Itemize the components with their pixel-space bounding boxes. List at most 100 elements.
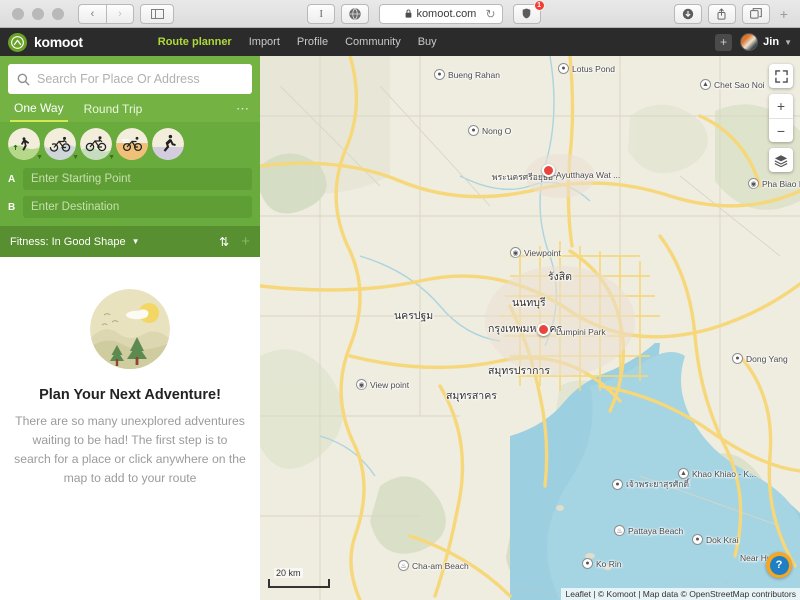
minimize-window-button[interactable] [32, 7, 44, 20]
map-label: ● Nong O [468, 125, 511, 136]
sidebar-icon [150, 8, 164, 19]
map-canvas[interactable]: ● Bueng Rahan ● Lotus Pond ▲ Chet Sao No… [260, 56, 800, 600]
content-blocker-button[interactable]: 1 [512, 0, 545, 24]
nav-route-planner[interactable]: Route planner [158, 36, 232, 48]
swap-vertical-icon[interactable]: ⇅ [219, 235, 229, 249]
zoom-in-button[interactable]: + [769, 94, 793, 118]
map-label: สมุทรปราการ [488, 362, 550, 379]
chevron-down-icon[interactable]: ▼ [132, 237, 140, 246]
sport-road-cycling[interactable]: ▼ [80, 128, 115, 161]
avatar [740, 33, 759, 51]
sport-selector: ▼ ▼ ▼ [0, 122, 260, 168]
map-label-text: Pattaya Beach [628, 525, 684, 536]
nav-buy[interactable]: Buy [418, 36, 437, 48]
bangkok-marker[interactable] [537, 323, 550, 336]
browser-right-tools: + [673, 3, 792, 24]
nav-profile[interactable]: Profile [297, 36, 328, 48]
new-tab-button[interactable]: + [776, 6, 792, 22]
share-button[interactable] [707, 3, 736, 24]
address-bar[interactable]: komoot.com ↻ [379, 3, 503, 24]
poi-icon: ♨ [614, 525, 625, 536]
fitness-label[interactable]: Fitness: In Good Shape [10, 236, 126, 248]
map-label-text: สมุทรสาคร [446, 390, 497, 402]
layers-icon [774, 154, 788, 167]
map-label-text: Ko Rin [596, 558, 622, 569]
window-traffic-lights[interactable] [8, 7, 64, 20]
chevron-down-icon: ▼ [784, 37, 792, 47]
maximize-window-button[interactable] [52, 7, 64, 20]
downloads-button[interactable] [673, 3, 702, 24]
blocker-badge: 1 [533, 0, 545, 11]
add-waypoint-button[interactable]: + [241, 233, 250, 250]
sport-touring-bicycle[interactable] [116, 128, 148, 160]
map-scale-bar: 20 km [268, 568, 330, 588]
privacy-report-button[interactable] [341, 3, 370, 24]
map-attribution[interactable]: Leaflet | © Komoot | Map data © OpenStre… [561, 588, 800, 600]
create-new-button[interactable]: + [715, 33, 733, 51]
map-label: ● Lotus Pond [558, 63, 615, 74]
map-label-text: เจ้าพระยาสุรศักดิ์ [626, 479, 689, 489]
reload-icon[interactable]: ↻ [485, 7, 495, 21]
search-input[interactable]: Search For Place Or Address [8, 64, 252, 94]
map-label-text: Nong O [482, 125, 512, 136]
chevron-down-icon[interactable]: ▼ [72, 154, 79, 161]
more-options-icon[interactable]: ⋯ [236, 101, 250, 122]
help-button[interactable]: ? [766, 552, 792, 578]
reader-view-button[interactable]: I [307, 3, 336, 24]
user-name: Jin [763, 36, 780, 48]
tab-round-trip[interactable]: Round Trip [80, 102, 147, 121]
map-label: ▲ Chet Sao Noi [700, 79, 765, 90]
komoot-logo[interactable]: komoot [8, 32, 83, 52]
chevron-down-icon[interactable]: ▼ [36, 154, 43, 161]
search-placeholder: Search For Place Or Address [37, 72, 200, 86]
sport-mountain-biking[interactable]: ▼ [44, 128, 79, 161]
forward-button[interactable]: › [106, 3, 134, 24]
tabs-icon [749, 8, 762, 19]
map-label: รังสิต [548, 268, 572, 285]
destination-input[interactable]: Enter Destination [23, 196, 252, 218]
map-label: ♨ Pattaya Beach [614, 525, 683, 536]
map-label: ♨ Cha-am Beach [398, 560, 469, 571]
back-button[interactable]: ‹ [78, 3, 106, 24]
poi-icon: ◉ [748, 178, 759, 189]
poi-icon: ● [612, 478, 623, 490]
tab-one-way[interactable]: One Way [10, 101, 68, 122]
question-mark-icon: ? [769, 555, 789, 575]
start-point-input[interactable]: Enter Starting Point [23, 168, 252, 190]
close-window-button[interactable] [12, 7, 24, 20]
map-label: กรุงเทพมหานคร [488, 320, 562, 337]
search-panel: Search For Place Or Address One Way Roun… [0, 56, 260, 122]
poi-icon: ▲ [700, 79, 711, 90]
map-label-text: นครปฐม [394, 310, 434, 322]
user-menu[interactable]: Jin ▼ [740, 33, 792, 51]
fullscreen-button[interactable] [769, 64, 793, 88]
map-label-text: รังสิต [548, 271, 572, 283]
map-label-text: Chet Sao Noi [714, 79, 765, 90]
nav-import[interactable]: Import [249, 36, 280, 48]
map-zoom-control: + − [769, 94, 793, 142]
scale-label: 20 km [274, 568, 303, 578]
empty-state-body: There are so many unexplored adventures … [14, 414, 246, 485]
layers-button[interactable] [769, 148, 793, 172]
landscape-illustration [90, 289, 170, 369]
map-label-text: Ayutthaya Wat ... [556, 170, 621, 180]
sidebar-toggle-button[interactable] [140, 3, 174, 24]
sport-hiking[interactable]: ▼ [8, 128, 43, 161]
navigation-buttons[interactable]: ‹ › [78, 3, 134, 24]
show-tabs-button[interactable] [741, 3, 770, 24]
ayutthaya-marker[interactable] [542, 164, 555, 177]
sport-running[interactable] [152, 128, 184, 160]
map-label: สมุทรสาคร [446, 387, 497, 404]
map-label-text: View point [370, 379, 410, 390]
chevron-down-icon[interactable]: ▼ [108, 154, 115, 161]
waypoint-fields: A Enter Starting Point B Enter Destinati… [0, 168, 260, 226]
touring-bike-icon [116, 128, 148, 160]
map-label-text: Pha Biao D... [762, 178, 800, 189]
map-label: ● Bueng Rahan [434, 69, 500, 80]
shield-icon [522, 8, 531, 19]
main-navigation: Route planner Import Profile Community B… [158, 36, 437, 48]
zoom-out-button[interactable]: − [769, 118, 793, 142]
minus-icon: − [776, 122, 786, 139]
nav-community[interactable]: Community [345, 36, 401, 48]
plus-icon: + [776, 98, 786, 114]
